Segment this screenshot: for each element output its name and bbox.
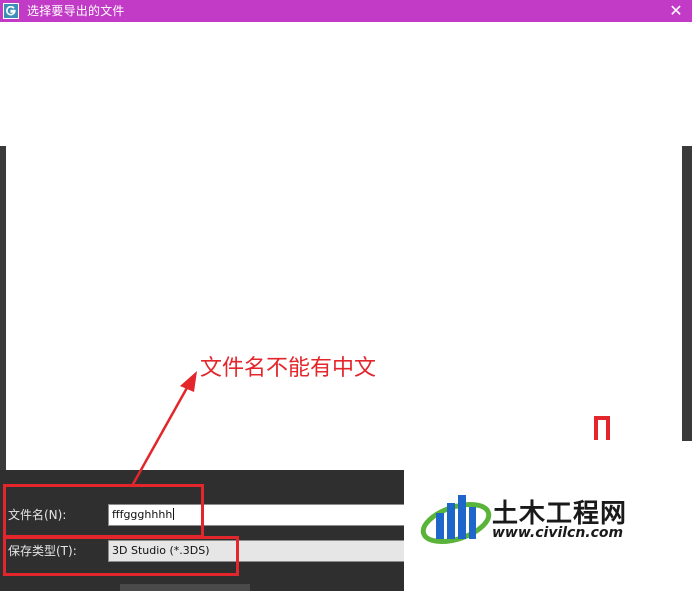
app-icon (3, 3, 19, 19)
title-bar: 选择要导出的文件 ✕ (0, 0, 692, 22)
export-file-dialog: 选择要导出的文件 ✕ 文件名(N): fffggghhhh 保存类型(T): 3… (0, 0, 692, 591)
watermark-url: www.civilcn.com (492, 525, 624, 541)
annotation-text: 文件名不能有中文 (200, 356, 377, 381)
watermark: 土木工程网 www.civilcn.com (404, 441, 692, 591)
civilcn-logo-icon (420, 495, 492, 544)
filetype-highlight-box (3, 536, 239, 576)
window-title: 选择要导出的文件 (27, 4, 125, 18)
horizontal-scrollbar[interactable] (120, 584, 250, 591)
filename-highlight-box (3, 484, 204, 538)
right-frame-edge (682, 146, 692, 446)
red-bracket-mark (594, 416, 610, 440)
close-button[interactable]: ✕ (668, 3, 684, 19)
close-icon: ✕ (669, 1, 683, 20)
